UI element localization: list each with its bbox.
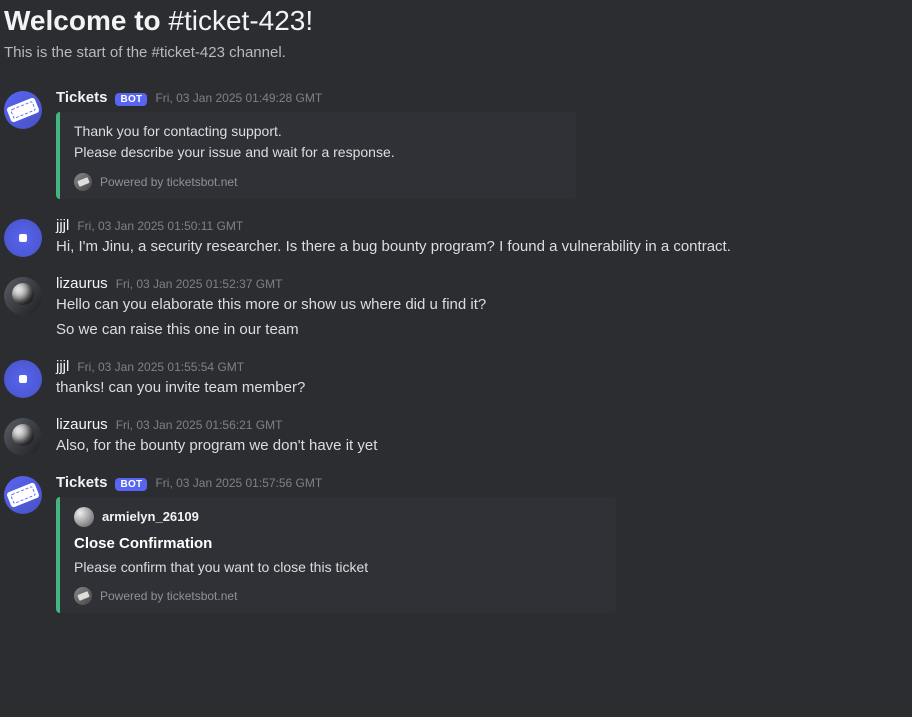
embed-author-name: armielyn_26109 — [102, 509, 199, 524]
embed-title: Close Confirmation — [74, 535, 602, 552]
footer-text: Powered by ticketsbot.net — [100, 175, 237, 189]
message: Tickets BOT Fri, 03 Jan 2025 01:57:56 GM… — [0, 472, 912, 616]
message-text: Hi, I'm Jinu, a security researcher. Is … — [56, 236, 900, 257]
avatar[interactable] — [4, 476, 42, 514]
embed-line: Please describe your issue and wait for … — [74, 143, 562, 163]
embed-footer: Powered by ticketsbot.net — [74, 173, 562, 191]
embed-author: armielyn_26109 — [74, 507, 602, 527]
avatar[interactable] — [4, 418, 42, 456]
message: jjjl Fri, 03 Jan 2025 01:50:11 GMT Hi, I… — [0, 215, 912, 259]
timestamp: Fri, 03 Jan 2025 01:50:11 GMT — [77, 219, 243, 233]
footer-text: Powered by ticketsbot.net — [100, 589, 237, 603]
message-text: Hello can you elaborate this more or sho… — [56, 294, 900, 315]
welcome-title: Welcome to #ticket-423! — [4, 4, 896, 38]
avatar[interactable] — [4, 219, 42, 257]
avatar[interactable] — [4, 91, 42, 129]
username[interactable]: lizaurus — [56, 416, 108, 433]
author-avatar-icon — [74, 507, 94, 527]
message: lizaurus Fri, 03 Jan 2025 01:52:37 GMT H… — [0, 273, 912, 342]
username[interactable]: jjjl — [56, 217, 69, 234]
embed-footer: Powered by ticketsbot.net — [74, 587, 602, 605]
bot-badge: BOT — [115, 93, 147, 106]
welcome-prefix: Welcome to — [4, 5, 168, 36]
username[interactable]: jjjl — [56, 358, 69, 375]
username[interactable]: Tickets — [56, 89, 107, 106]
timestamp: Fri, 03 Jan 2025 01:52:37 GMT — [116, 277, 283, 291]
username[interactable]: lizaurus — [56, 275, 108, 292]
embed: armielyn_26109 Close Confirmation Please… — [56, 497, 616, 614]
message: lizaurus Fri, 03 Jan 2025 01:56:21 GMT A… — [0, 414, 912, 458]
embed: Thank you for contacting support. Please… — [56, 112, 576, 199]
timestamp: Fri, 03 Jan 2025 01:57:56 GMT — [155, 476, 322, 490]
timestamp: Fri, 03 Jan 2025 01:49:28 GMT — [155, 91, 322, 105]
embed-description: Please confirm that you want to close th… — [74, 558, 602, 578]
channel-welcome: Welcome to #ticket-423! This is the star… — [0, 4, 912, 61]
bot-badge: BOT — [115, 478, 147, 491]
avatar[interactable] — [4, 360, 42, 398]
footer-icon — [74, 587, 92, 605]
welcome-channel: #ticket-423! — [168, 5, 313, 36]
timestamp: Fri, 03 Jan 2025 01:56:21 GMT — [116, 418, 283, 432]
message-text: thanks! can you invite team member? — [56, 377, 900, 398]
username[interactable]: Tickets — [56, 474, 107, 491]
timestamp: Fri, 03 Jan 2025 01:55:54 GMT — [77, 360, 244, 374]
message: Tickets BOT Fri, 03 Jan 2025 01:49:28 GM… — [0, 87, 912, 201]
embed-line: Thank you for contacting support. — [74, 122, 562, 142]
message-text: Also, for the bounty program we don't ha… — [56, 435, 900, 456]
message-text: So we can raise this one in our team — [56, 319, 900, 340]
welcome-subtitle: This is the start of the #ticket-423 cha… — [4, 44, 896, 61]
message: jjjl Fri, 03 Jan 2025 01:55:54 GMT thank… — [0, 356, 912, 400]
footer-icon — [74, 173, 92, 191]
avatar[interactable] — [4, 277, 42, 315]
